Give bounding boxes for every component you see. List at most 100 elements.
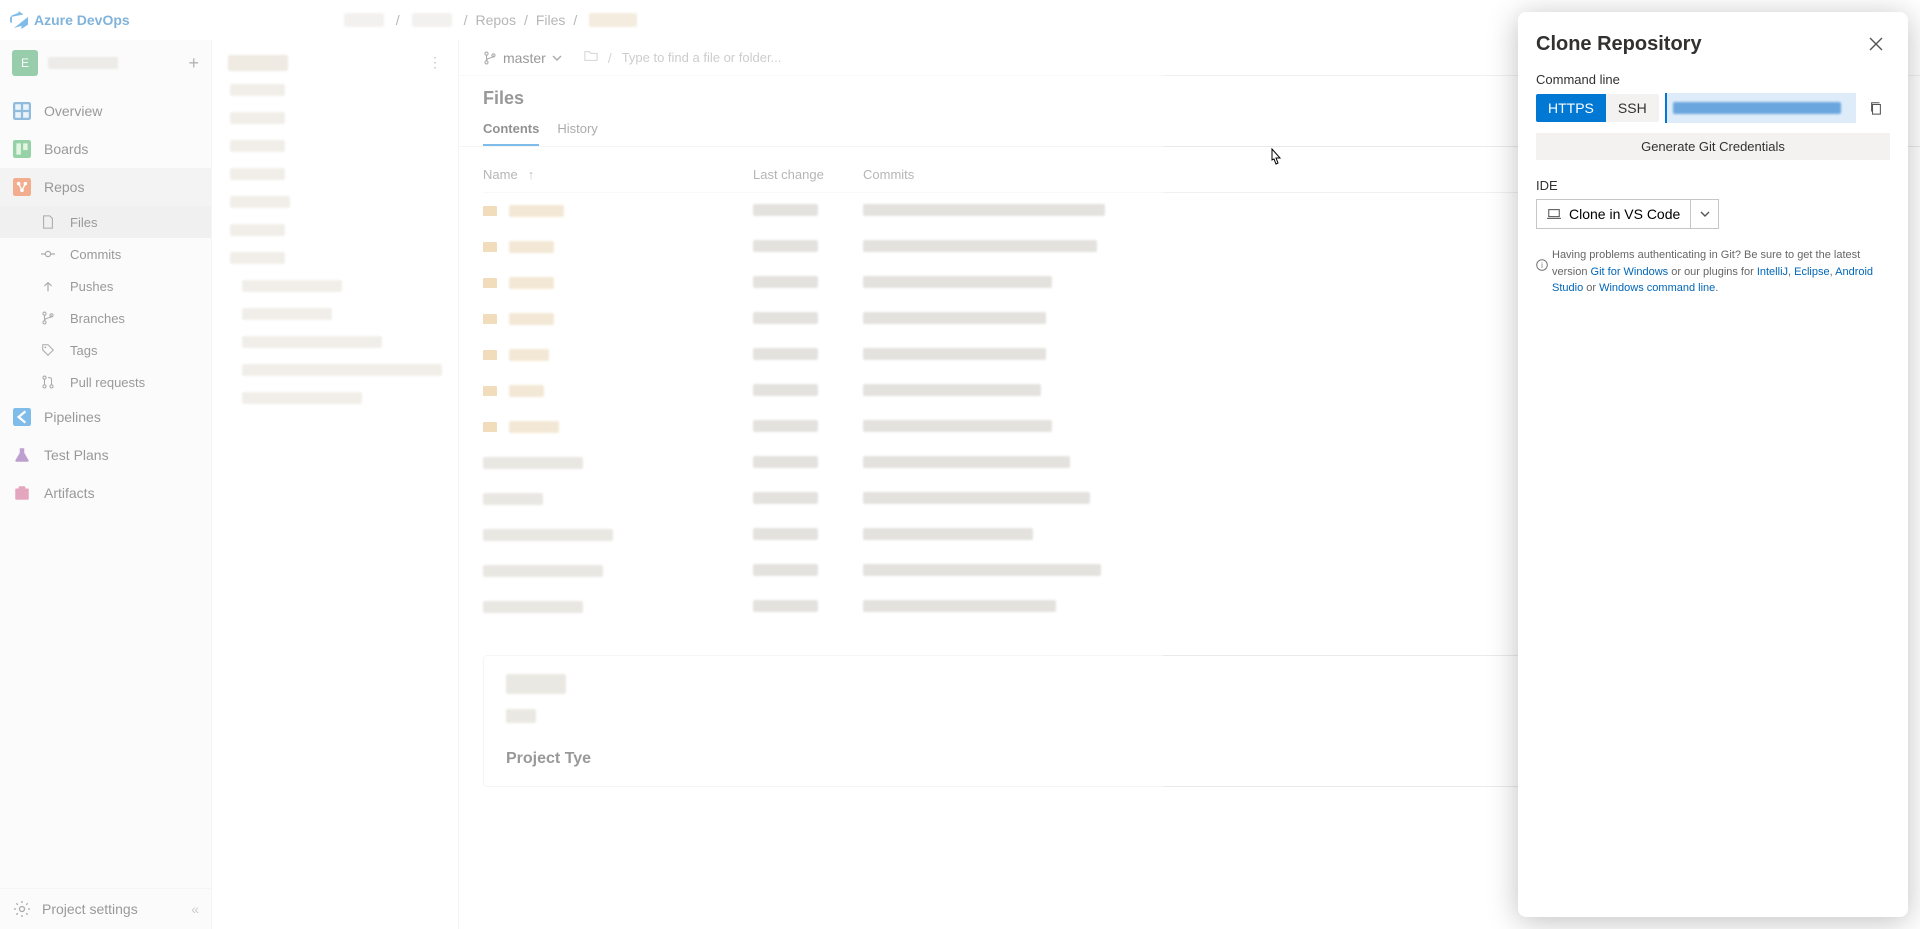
nav: Overview Boards Repos Files Commits Push…: [0, 92, 211, 512]
tree-item[interactable]: [220, 245, 450, 273]
close-icon: [1869, 37, 1883, 51]
product-logo[interactable]: Azure DevOps: [10, 11, 130, 29]
nav-pipelines[interactable]: Pipelines: [0, 398, 211, 436]
col-last-change[interactable]: Last change: [753, 167, 863, 182]
repo-name-redacted: [228, 55, 288, 71]
grid-icon: [12, 101, 32, 121]
gear-icon[interactable]: [12, 899, 32, 919]
nav-label: Tags: [70, 343, 97, 358]
link-windows-command-line[interactable]: Windows command line: [1599, 282, 1715, 294]
nav-label: Repos: [44, 179, 84, 195]
project-name-redacted: [48, 57, 118, 69]
breadcrumb-sep: /: [464, 12, 468, 28]
nav-label: Branches: [70, 311, 125, 326]
breadcrumb-sep: /: [396, 12, 400, 28]
branch-icon: [38, 308, 58, 328]
tree-item[interactable]: [220, 161, 450, 189]
azure-devops-icon: [10, 11, 28, 29]
close-button[interactable]: [1862, 30, 1890, 58]
board-icon: [12, 139, 32, 159]
breadcrumb-repos[interactable]: Repos: [475, 12, 515, 28]
product-name: Azure DevOps: [34, 12, 130, 28]
link-git-for-windows[interactable]: Git for Windows: [1591, 266, 1669, 278]
tree-item[interactable]: [220, 77, 450, 105]
tree-item[interactable]: [220, 217, 450, 245]
breadcrumb-repo-redacted[interactable]: [589, 13, 637, 27]
nav-commits[interactable]: Commits: [0, 238, 211, 270]
generate-git-credentials-button[interactable]: Generate Git Credentials: [1536, 133, 1890, 160]
project-settings-label[interactable]: Project settings: [42, 901, 138, 917]
tree-item[interactable]: [220, 189, 450, 217]
branch-name: master: [503, 50, 546, 66]
nav-label: Boards: [44, 141, 88, 157]
project-header[interactable]: E +: [0, 40, 211, 86]
nav-artifacts[interactable]: Artifacts: [0, 474, 211, 512]
tree-item[interactable]: [220, 133, 450, 161]
tree-item[interactable]: [220, 273, 450, 301]
nav-branches[interactable]: Branches: [0, 302, 211, 334]
tree-item[interactable]: [220, 385, 450, 413]
col-name[interactable]: Name ↑: [483, 167, 753, 182]
tree-item[interactable]: [220, 357, 450, 385]
info-icon: i: [1536, 259, 1548, 277]
repos-icon: [12, 177, 32, 197]
https-tab[interactable]: HTTPS: [1536, 94, 1606, 122]
more-icon[interactable]: ⋮: [428, 54, 442, 71]
nav-files[interactable]: Files: [0, 206, 211, 238]
chevron-down-icon: [1700, 209, 1710, 219]
nav-label: Overview: [44, 103, 102, 119]
pr-icon: [38, 372, 58, 392]
clone-url-input[interactable]: [1665, 93, 1856, 123]
chevron-down-icon: [552, 53, 562, 63]
clone-repository-panel: Clone Repository Command line HTTPS SSH …: [1518, 12, 1908, 917]
sidebar-footer: Project settings «: [0, 888, 211, 929]
nav-tags[interactable]: Tags: [0, 334, 211, 366]
laptop-icon: [1547, 207, 1561, 221]
tree-item[interactable]: [220, 105, 450, 133]
protocol-row: HTTPS SSH: [1536, 93, 1890, 123]
clone-in-vscode-button[interactable]: Clone in VS Code: [1536, 199, 1691, 229]
link-intellij[interactable]: IntelliJ: [1757, 266, 1788, 278]
sort-asc-icon: ↑: [528, 167, 535, 182]
ssh-tab[interactable]: SSH: [1606, 94, 1659, 122]
project-avatar: E: [12, 50, 38, 76]
repo-tree-panel: ⋮: [212, 40, 459, 929]
breadcrumb-org-redacted[interactable]: [344, 13, 384, 27]
nav-label: Pushes: [70, 279, 113, 294]
plus-icon[interactable]: +: [188, 53, 199, 74]
copy-button[interactable]: [1862, 93, 1890, 123]
branch-picker[interactable]: master: [483, 50, 562, 66]
nav-repos[interactable]: Repos: [0, 168, 211, 206]
repo-picker[interactable]: ⋮: [220, 48, 450, 77]
tab-history[interactable]: History: [557, 113, 597, 146]
breadcrumb-files[interactable]: Files: [536, 12, 566, 28]
ide-label: IDE: [1536, 178, 1890, 193]
tab-contents[interactable]: Contents: [483, 113, 539, 146]
help-text: i Having problems authenticating in Git?…: [1536, 247, 1890, 297]
ide-row: Clone in VS Code: [1536, 199, 1890, 229]
tree-item[interactable]: [220, 329, 450, 357]
breadcrumb-project-redacted[interactable]: [412, 13, 452, 27]
file-icon: [38, 212, 58, 232]
nav-label: Artifacts: [44, 485, 95, 501]
ide-dropdown-chevron[interactable]: [1691, 199, 1719, 229]
nav-test-plans[interactable]: Test Plans: [0, 436, 211, 474]
link-eclipse[interactable]: Eclipse: [1794, 266, 1829, 278]
svg-text:i: i: [1541, 261, 1543, 270]
breadcrumb-sep: /: [573, 12, 577, 28]
collapse-sidebar-icon[interactable]: «: [191, 901, 199, 917]
nav-overview[interactable]: Overview: [0, 92, 211, 130]
repo-tree: [220, 77, 450, 413]
copy-icon: [1869, 101, 1883, 115]
artifacts-icon: [12, 483, 32, 503]
nav-pushes[interactable]: Pushes: [0, 270, 211, 302]
nav-boards[interactable]: Boards: [0, 130, 211, 168]
nav-label: Files: [70, 215, 97, 230]
tag-icon: [38, 340, 58, 360]
push-icon: [38, 276, 58, 296]
path-sep: /: [608, 50, 612, 66]
tree-item[interactable]: [220, 301, 450, 329]
command-line-label: Command line: [1536, 72, 1890, 87]
nav-pull-requests[interactable]: Pull requests: [0, 366, 211, 398]
find-file-input[interactable]: Type to find a file or folder...: [622, 50, 782, 65]
